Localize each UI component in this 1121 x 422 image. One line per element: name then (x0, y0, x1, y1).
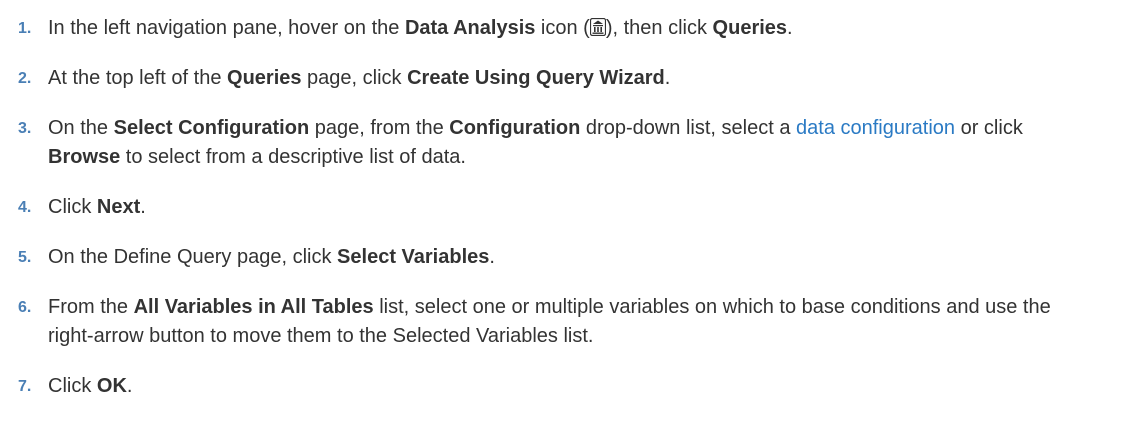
step-text: ), then click (605, 17, 713, 39)
step-number: 4. (18, 199, 32, 216)
step-text: page, from the (309, 117, 450, 139)
instruction-steps: 1. In the left navigation pane, hover on… (0, 0, 1121, 401)
step-text: . (664, 67, 671, 89)
step-text: drop-down list, select a (580, 117, 797, 139)
ui-term-queries: Queries (227, 67, 302, 89)
step-number: 2. (18, 70, 32, 87)
step-text: icon ( (535, 17, 590, 39)
step-number: 1. (18, 20, 32, 37)
ui-term-ok: OK (96, 375, 127, 397)
ui-term-create-using-query-wizard: Create Using Query Wizard (407, 67, 665, 89)
step-text: Click (48, 375, 97, 397)
step-text: or click (955, 117, 1023, 139)
step-text: . (140, 196, 146, 218)
step-text: to select from a descriptive list of dat… (120, 146, 466, 168)
step-1: 1. In the left navigation pane, hover on… (0, 14, 1088, 43)
ui-term-select-variables: Select Variables (337, 246, 490, 268)
ui-term-queries: Queries (712, 17, 788, 39)
ui-term-data-analysis: Data Analysis (404, 17, 536, 39)
step-text: page, click (301, 67, 408, 89)
step-6: 6. From the All Variables in All Tables … (0, 293, 1088, 351)
ui-term-select-configuration: Select Configuration (113, 117, 310, 139)
data-configuration-link[interactable]: data configuration (796, 117, 955, 139)
step-number: 6. (18, 299, 32, 316)
step-text: . (489, 246, 495, 268)
ui-term-all-variables-in-all-tables: All Variables in All Tables (133, 296, 374, 318)
step-text: . (126, 375, 133, 397)
step-text: On the Define Query page, click (48, 246, 338, 268)
step-text: In the left navigation pane, hover on th… (48, 17, 405, 39)
step-text: On the (48, 117, 114, 139)
step-number: 7. (18, 378, 32, 395)
step-5: 5. On the Define Query page, click Selec… (0, 243, 1088, 272)
step-7: 7. Click OK. (0, 372, 1088, 401)
data-analysis-icon (589, 18, 606, 36)
step-text: Click (48, 196, 97, 218)
step-3: 3. On the Select Configuration page, fro… (0, 114, 1088, 172)
step-number: 5. (18, 249, 32, 266)
step-text: . (787, 17, 793, 39)
ui-term-next: Next (96, 196, 141, 218)
step-4: 4. Click Next. (0, 193, 1088, 222)
ui-term-configuration: Configuration (449, 117, 581, 139)
ui-term-browse: Browse (48, 146, 121, 168)
step-number: 3. (18, 120, 32, 137)
step-2: 2. At the top left of the Queries page, … (0, 64, 1088, 93)
step-text: From the (48, 296, 134, 318)
step-text: At the top left of the (48, 67, 228, 89)
